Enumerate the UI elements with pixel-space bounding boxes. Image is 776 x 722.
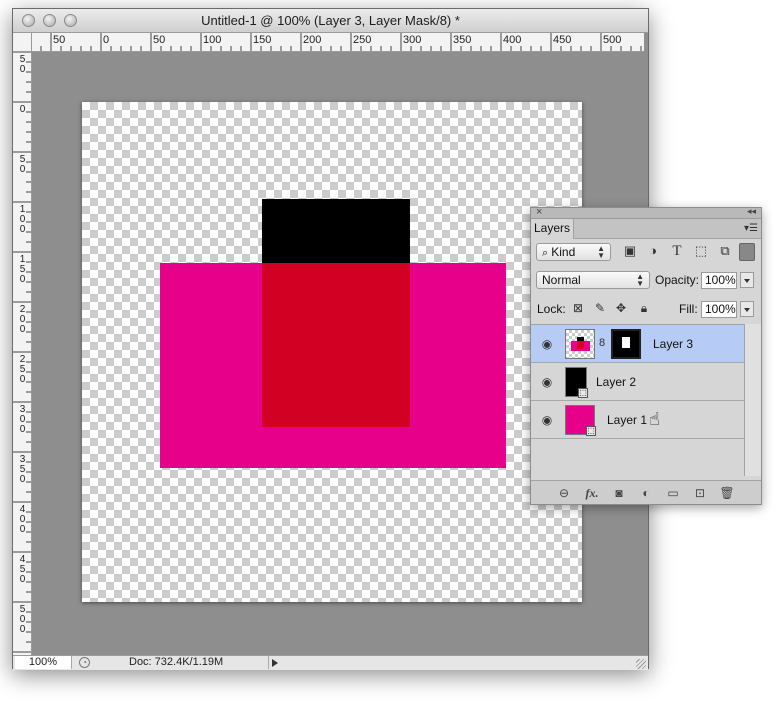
filter-smart-object-icon[interactable]: ⧉ — [717, 243, 733, 259]
layer-name[interactable]: Layer 2 — [596, 375, 636, 389]
panel-header[interactable]: × ◂◂ — [531, 206, 761, 219]
layer-row-layer-1[interactable]: ◉ ⬚ Layer 1 — [531, 401, 745, 439]
layer-mask-thumbnail[interactable] — [611, 329, 641, 359]
red-rectangle — [262, 263, 410, 427]
layer-row-layer-3[interactable]: ◉ 8 Layer 3 — [531, 325, 745, 363]
document-canvas[interactable] — [82, 102, 582, 602]
document-size-info: Doc: 732.4K/1.19M — [129, 656, 224, 668]
opacity-label: Opacity: — [655, 273, 700, 287]
filter-adjustment-icon[interactable]: ◑ — [645, 243, 661, 259]
panel-tab-bar: Layers ▾☰ — [531, 219, 761, 239]
fill-dropdown-button[interactable] — [740, 301, 754, 317]
ruler-label: 500 — [603, 34, 622, 46]
blend-mode-value: Normal — [542, 273, 581, 287]
lock-label: Lock: — [537, 302, 566, 316]
blend-mode-select[interactable]: Normal ▲ ▼ — [536, 271, 650, 289]
layer-thumbnail[interactable] — [565, 329, 595, 359]
fill-field[interactable]: 100% — [701, 301, 737, 318]
ruler-label: 0 — [103, 34, 110, 46]
filter-type-icon[interactable]: T — [669, 243, 685, 259]
close-panel-icon[interactable]: × — [536, 206, 542, 218]
visibility-eye-icon[interactable]: ◉ — [540, 375, 554, 389]
ruler-label: 2 5 0 — [19, 354, 26, 385]
ruler-label: 300 — [403, 34, 422, 46]
lock-image-pixels-icon[interactable]: ✎ — [593, 301, 607, 315]
window-title: Untitled-1 @ 100% (Layer 3, Layer Mask/8… — [201, 13, 460, 28]
search-icon: ⌕ — [542, 247, 552, 259]
status-info-icon[interactable]: ◔ — [79, 657, 90, 668]
lock-position-icon[interactable]: ✥ — [614, 301, 628, 315]
status-bar: 100% ◔ Doc: 732.4K/1.19M — [13, 655, 648, 670]
fill-label: Fill: — [679, 302, 698, 316]
panel-menu-icon[interactable]: ▾☰ — [744, 223, 758, 234]
title-bar[interactable]: Untitled-1 @ 100% (Layer 3, Layer Mask/8… — [13, 9, 648, 33]
layers-panel: × ◂◂ Layers ▾☰ ⌕ Kind ▲ ▼ ▣ ◑ T ⬚ ⧉ Norma… — [530, 206, 762, 505]
layer-filter-value: Kind — [551, 245, 576, 259]
ruler-label: 5 0 — [19, 54, 26, 75]
ruler-label: 200 — [303, 34, 322, 46]
ruler-label: 50 — [153, 34, 166, 46]
ruler-label: 250 — [353, 34, 372, 46]
filter-pixel-icon[interactable]: ▣ — [622, 243, 638, 259]
ruler-label: 350 — [453, 34, 472, 46]
ruler-label: 5 0 — [19, 154, 26, 175]
add-mask-icon[interactable]: ◙ — [611, 485, 627, 501]
ruler-label: 450 — [553, 34, 572, 46]
visibility-eye-icon[interactable]: ◉ — [540, 337, 554, 351]
layer-name[interactable]: Layer 3 — [653, 337, 693, 351]
opacity-field[interactable]: 100% — [701, 272, 737, 289]
status-menu-arrow-icon[interactable] — [268, 656, 281, 669]
collapse-panel-icon[interactable]: ◂◂ — [747, 206, 756, 217]
ruler-label: 4 5 0 — [19, 554, 26, 585]
ruler-label: 1 5 0 — [19, 254, 26, 285]
visibility-eye-icon[interactable]: ◉ — [540, 413, 554, 427]
filter-shape-icon[interactable]: ⬚ — [693, 243, 709, 259]
link-chain-icon[interactable]: 8 — [599, 337, 605, 349]
lock-all-icon[interactable]: 🔒︎ — [637, 301, 651, 315]
layer-name[interactable]: Layer 1 — [607, 413, 647, 427]
ruler-label: 1 0 0 — [19, 204, 26, 235]
ruler-label: 5 0 0 — [19, 604, 26, 635]
lock-transparent-pixels-icon[interactable]: ⊠ — [571, 301, 585, 315]
ruler-label: 2 0 0 — [19, 304, 26, 335]
updown-icon: ▲ ▼ — [597, 244, 605, 260]
vertical-ruler[interactable]: 5 0 0 5 0 1 0 0 1 5 0 2 0 0 2 5 0 3 0 0 3 5 0 4 0… — [13, 52, 32, 655]
updown-icon: ▲ ▼ — [636, 272, 644, 288]
ruler-label: 400 — [503, 34, 522, 46]
ruler-origin[interactable] — [13, 33, 32, 52]
new-group-folder-icon[interactable]: ▭ — [665, 485, 681, 501]
horizontal-ruler[interactable]: 50 0 50 100 150 200 250 300 350 400 450 500 — [32, 33, 644, 52]
zoom-level-field[interactable]: 100% — [15, 656, 72, 669]
ruler-label: 150 — [253, 34, 272, 46]
layer-style-fx-icon[interactable]: fx. — [584, 485, 600, 501]
layer-list: ◉ 8 Layer 3 ◉ ⬚ Layer 2 ◉ ⬚ Layer 1 — [531, 324, 745, 477]
layer-list-scrollbar[interactable] — [744, 324, 761, 476]
opacity-dropdown-button[interactable] — [740, 272, 754, 288]
ruler-label: 3 5 0 — [19, 454, 26, 485]
ruler-label: 100 — [203, 34, 222, 46]
hand-pointer-cursor-icon: ☝︎ — [649, 409, 660, 429]
vector-shape-icon: ⬚ — [578, 388, 588, 398]
ruler-label: 50 — [53, 34, 66, 46]
tab-layers[interactable]: Layers — [531, 219, 574, 239]
panel-footer: ⊖ fx. ◙ ◐ ▭ ⊡ 🗑︎ — [531, 480, 761, 504]
vector-shape-icon: ⬚ — [586, 426, 596, 436]
ruler-label: 3 0 0 — [19, 404, 26, 435]
trash-icon[interactable]: 🗑︎ — [719, 485, 735, 501]
layer-thumbnail[interactable]: ⬚ — [565, 367, 588, 398]
layer-row-layer-2[interactable]: ◉ ⬚ Layer 2 — [531, 363, 745, 401]
layer-filter-select[interactable]: ⌕ Kind ▲ ▼ — [536, 243, 611, 261]
adjustment-layer-icon[interactable]: ◐ — [638, 485, 654, 501]
filter-toggle-switch[interactable] — [739, 243, 755, 261]
layer-thumbnail[interactable]: ⬚ — [565, 405, 596, 436]
ruler-label: 4 0 0 — [19, 504, 26, 535]
link-layers-icon[interactable]: ⊖ — [556, 485, 572, 501]
black-rectangle — [262, 199, 410, 263]
new-layer-icon[interactable]: ⊡ — [692, 485, 708, 501]
ruler-label: 0 — [19, 104, 26, 115]
resize-grip-icon[interactable] — [636, 659, 646, 669]
